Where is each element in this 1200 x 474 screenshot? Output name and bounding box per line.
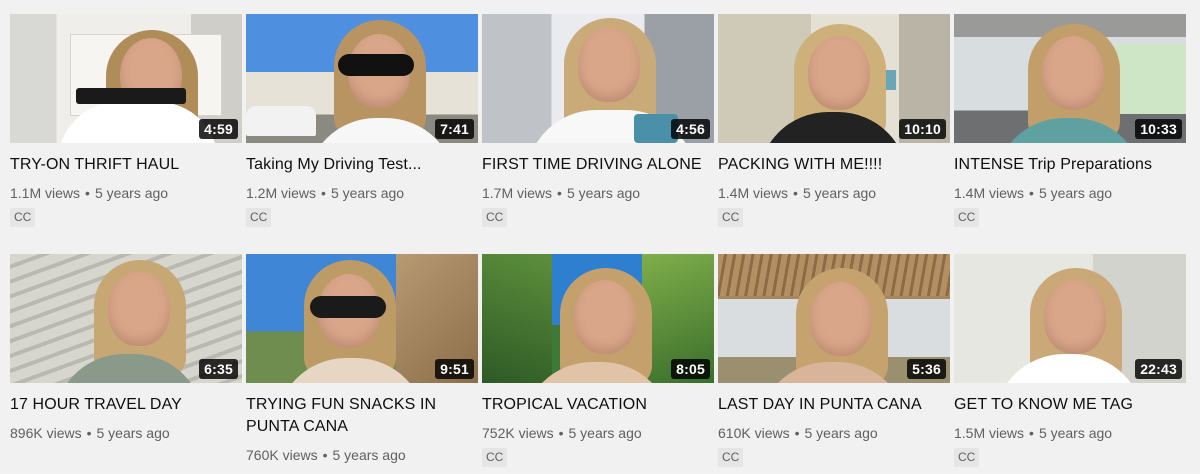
separator-dot: • — [86, 425, 92, 441]
separator-dot: • — [558, 425, 564, 441]
view-count: 1.5M views — [954, 425, 1025, 441]
video-duration: 5:36 — [907, 359, 946, 379]
video-thumbnail[interactable]: 22:43 — [954, 254, 1186, 383]
separator-dot: • — [793, 185, 798, 201]
video-thumbnail[interactable]: 7:41 — [246, 14, 478, 143]
video-thumbnail[interactable]: 4:56 — [482, 14, 714, 143]
video-title[interactable]: PACKING WITH ME!!!! — [718, 154, 950, 176]
video-thumbnail[interactable]: 8:05 — [482, 254, 714, 383]
video-card[interactable]: 22:43 GET TO KNOW ME TAG 1.5M views • 5 ye… — [954, 254, 1186, 467]
video-thumbnail[interactable]: 9:51 — [246, 254, 478, 383]
video-thumbnail[interactable]: 10:33 — [954, 14, 1186, 143]
video-meta: 896K views • 5 years ago — [10, 423, 242, 443]
video-card[interactable]: 10:33 INTENSE Trip Preparations 1.4M vie… — [954, 14, 1186, 227]
separator-dot: • — [85, 185, 90, 201]
view-count: 610K views — [718, 425, 790, 441]
video-thumbnail[interactable]: 4:59 — [10, 14, 242, 143]
cc-badge: CC — [718, 448, 744, 467]
video-meta: 1.1M views • 5 years ago — [10, 183, 242, 203]
video-meta: 1.5M views • 5 years ago — [954, 423, 1186, 443]
separator-dot: • — [794, 425, 800, 441]
video-title[interactable]: GET TO KNOW ME TAG — [954, 394, 1186, 416]
upload-age: 5 years ago — [566, 185, 641, 201]
video-meta: 1.7M views • 5 years ago — [482, 183, 714, 203]
cc-badge: CC — [482, 208, 508, 227]
upload-age: 5 years ago — [94, 185, 169, 201]
separator-dot: • — [322, 447, 328, 463]
video-title[interactable]: LAST DAY IN PUNTA CANA — [718, 394, 950, 416]
video-thumbnail[interactable]: 10:10 — [718, 14, 950, 143]
video-card[interactable]: 5:36 LAST DAY IN PUNTA CANA 610K views • 5… — [718, 254, 950, 467]
upload-age: 5 years ago — [804, 425, 878, 441]
view-count: 1.1M views — [10, 185, 81, 201]
video-duration: 9:51 — [435, 359, 474, 379]
view-count: 896K views — [10, 425, 82, 441]
view-count: 1.2M views — [246, 185, 317, 201]
cc-badge: CC — [10, 208, 36, 227]
video-title[interactable]: TROPICAL VACATION — [482, 394, 714, 416]
view-count: 760K views — [246, 447, 318, 463]
video-title[interactable]: 17 HOUR TRAVEL DAY — [10, 394, 242, 416]
view-count: 1.4M views — [954, 185, 1025, 201]
cc-badge: CC — [246, 208, 272, 227]
video-card[interactable]: 6:35 17 HOUR TRAVEL DAY 896K views • 5 yea… — [10, 254, 242, 443]
video-title[interactable]: FIRST TIME DRIVING ALONE — [482, 154, 714, 176]
video-duration: 10:10 — [899, 119, 946, 139]
upload-age: 5 years ago — [802, 185, 877, 201]
video-card[interactable]: 9:51 TRYING FUN SNACKS IN PUNTA CANA 760… — [246, 254, 478, 465]
upload-age: 5 years ago — [568, 425, 642, 441]
video-thumbnail[interactable]: 5:36 — [718, 254, 950, 383]
cc-badge: CC — [954, 448, 980, 467]
video-card[interactable]: 7:41 Taking My Driving Test... 1.2M view… — [246, 14, 478, 227]
video-grid: 4:59 TRY-ON THRIFT HAUL 1.1M views • 5 yea… — [0, 0, 1200, 474]
view-count: 1.7M views — [482, 185, 553, 201]
video-duration: 8:05 — [671, 359, 710, 379]
video-title[interactable]: TRY-ON THRIFT HAUL — [10, 154, 242, 176]
video-duration: 10:33 — [1135, 119, 1182, 139]
video-meta: 760K views • 5 years ago — [246, 445, 478, 465]
video-duration: 6:35 — [199, 359, 238, 379]
video-duration: 4:59 — [199, 119, 238, 139]
upload-age: 5 years ago — [1038, 425, 1113, 441]
video-title[interactable]: TRYING FUN SNACKS IN PUNTA CANA — [246, 394, 478, 438]
view-count: 1.4M views — [718, 185, 789, 201]
separator-dot: • — [1029, 185, 1034, 201]
video-duration: 22:43 — [1135, 359, 1182, 379]
video-title[interactable]: Taking My Driving Test... — [246, 154, 478, 176]
upload-age: 5 years ago — [330, 185, 405, 201]
cc-badge: CC — [954, 208, 980, 227]
video-title[interactable]: INTENSE Trip Preparations — [954, 154, 1186, 176]
video-card[interactable]: 10:10 PACKING WITH ME!!!! 1.4M views • 5 y… — [718, 14, 950, 227]
video-meta: 1.4M views • 5 years ago — [954, 183, 1186, 203]
separator-dot: • — [1029, 425, 1034, 441]
video-duration: 4:56 — [671, 119, 710, 139]
separator-dot: • — [321, 185, 326, 201]
video-meta: 1.2M views • 5 years ago — [246, 183, 478, 203]
separator-dot: • — [557, 185, 562, 201]
video-thumbnail[interactable]: 6:35 — [10, 254, 242, 383]
video-meta: 610K views • 5 years ago — [718, 423, 950, 443]
video-meta: 752K views • 5 years ago — [482, 423, 714, 443]
cc-badge: CC — [482, 448, 508, 467]
video-card[interactable]: 4:56 FIRST TIME DRIVING ALONE 1.7M views… — [482, 14, 714, 227]
upload-age: 5 years ago — [96, 425, 170, 441]
cc-badge: CC — [718, 208, 744, 227]
upload-age: 5 years ago — [332, 447, 406, 463]
upload-age: 5 years ago — [1038, 185, 1113, 201]
video-card[interactable]: 8:05 TROPICAL VACATION 752K views • 5 year… — [482, 254, 714, 467]
view-count: 752K views — [482, 425, 554, 441]
video-meta: 1.4M views • 5 years ago — [718, 183, 950, 203]
video-duration: 7:41 — [435, 119, 474, 139]
video-card[interactable]: 4:59 TRY-ON THRIFT HAUL 1.1M views • 5 yea… — [10, 14, 242, 227]
